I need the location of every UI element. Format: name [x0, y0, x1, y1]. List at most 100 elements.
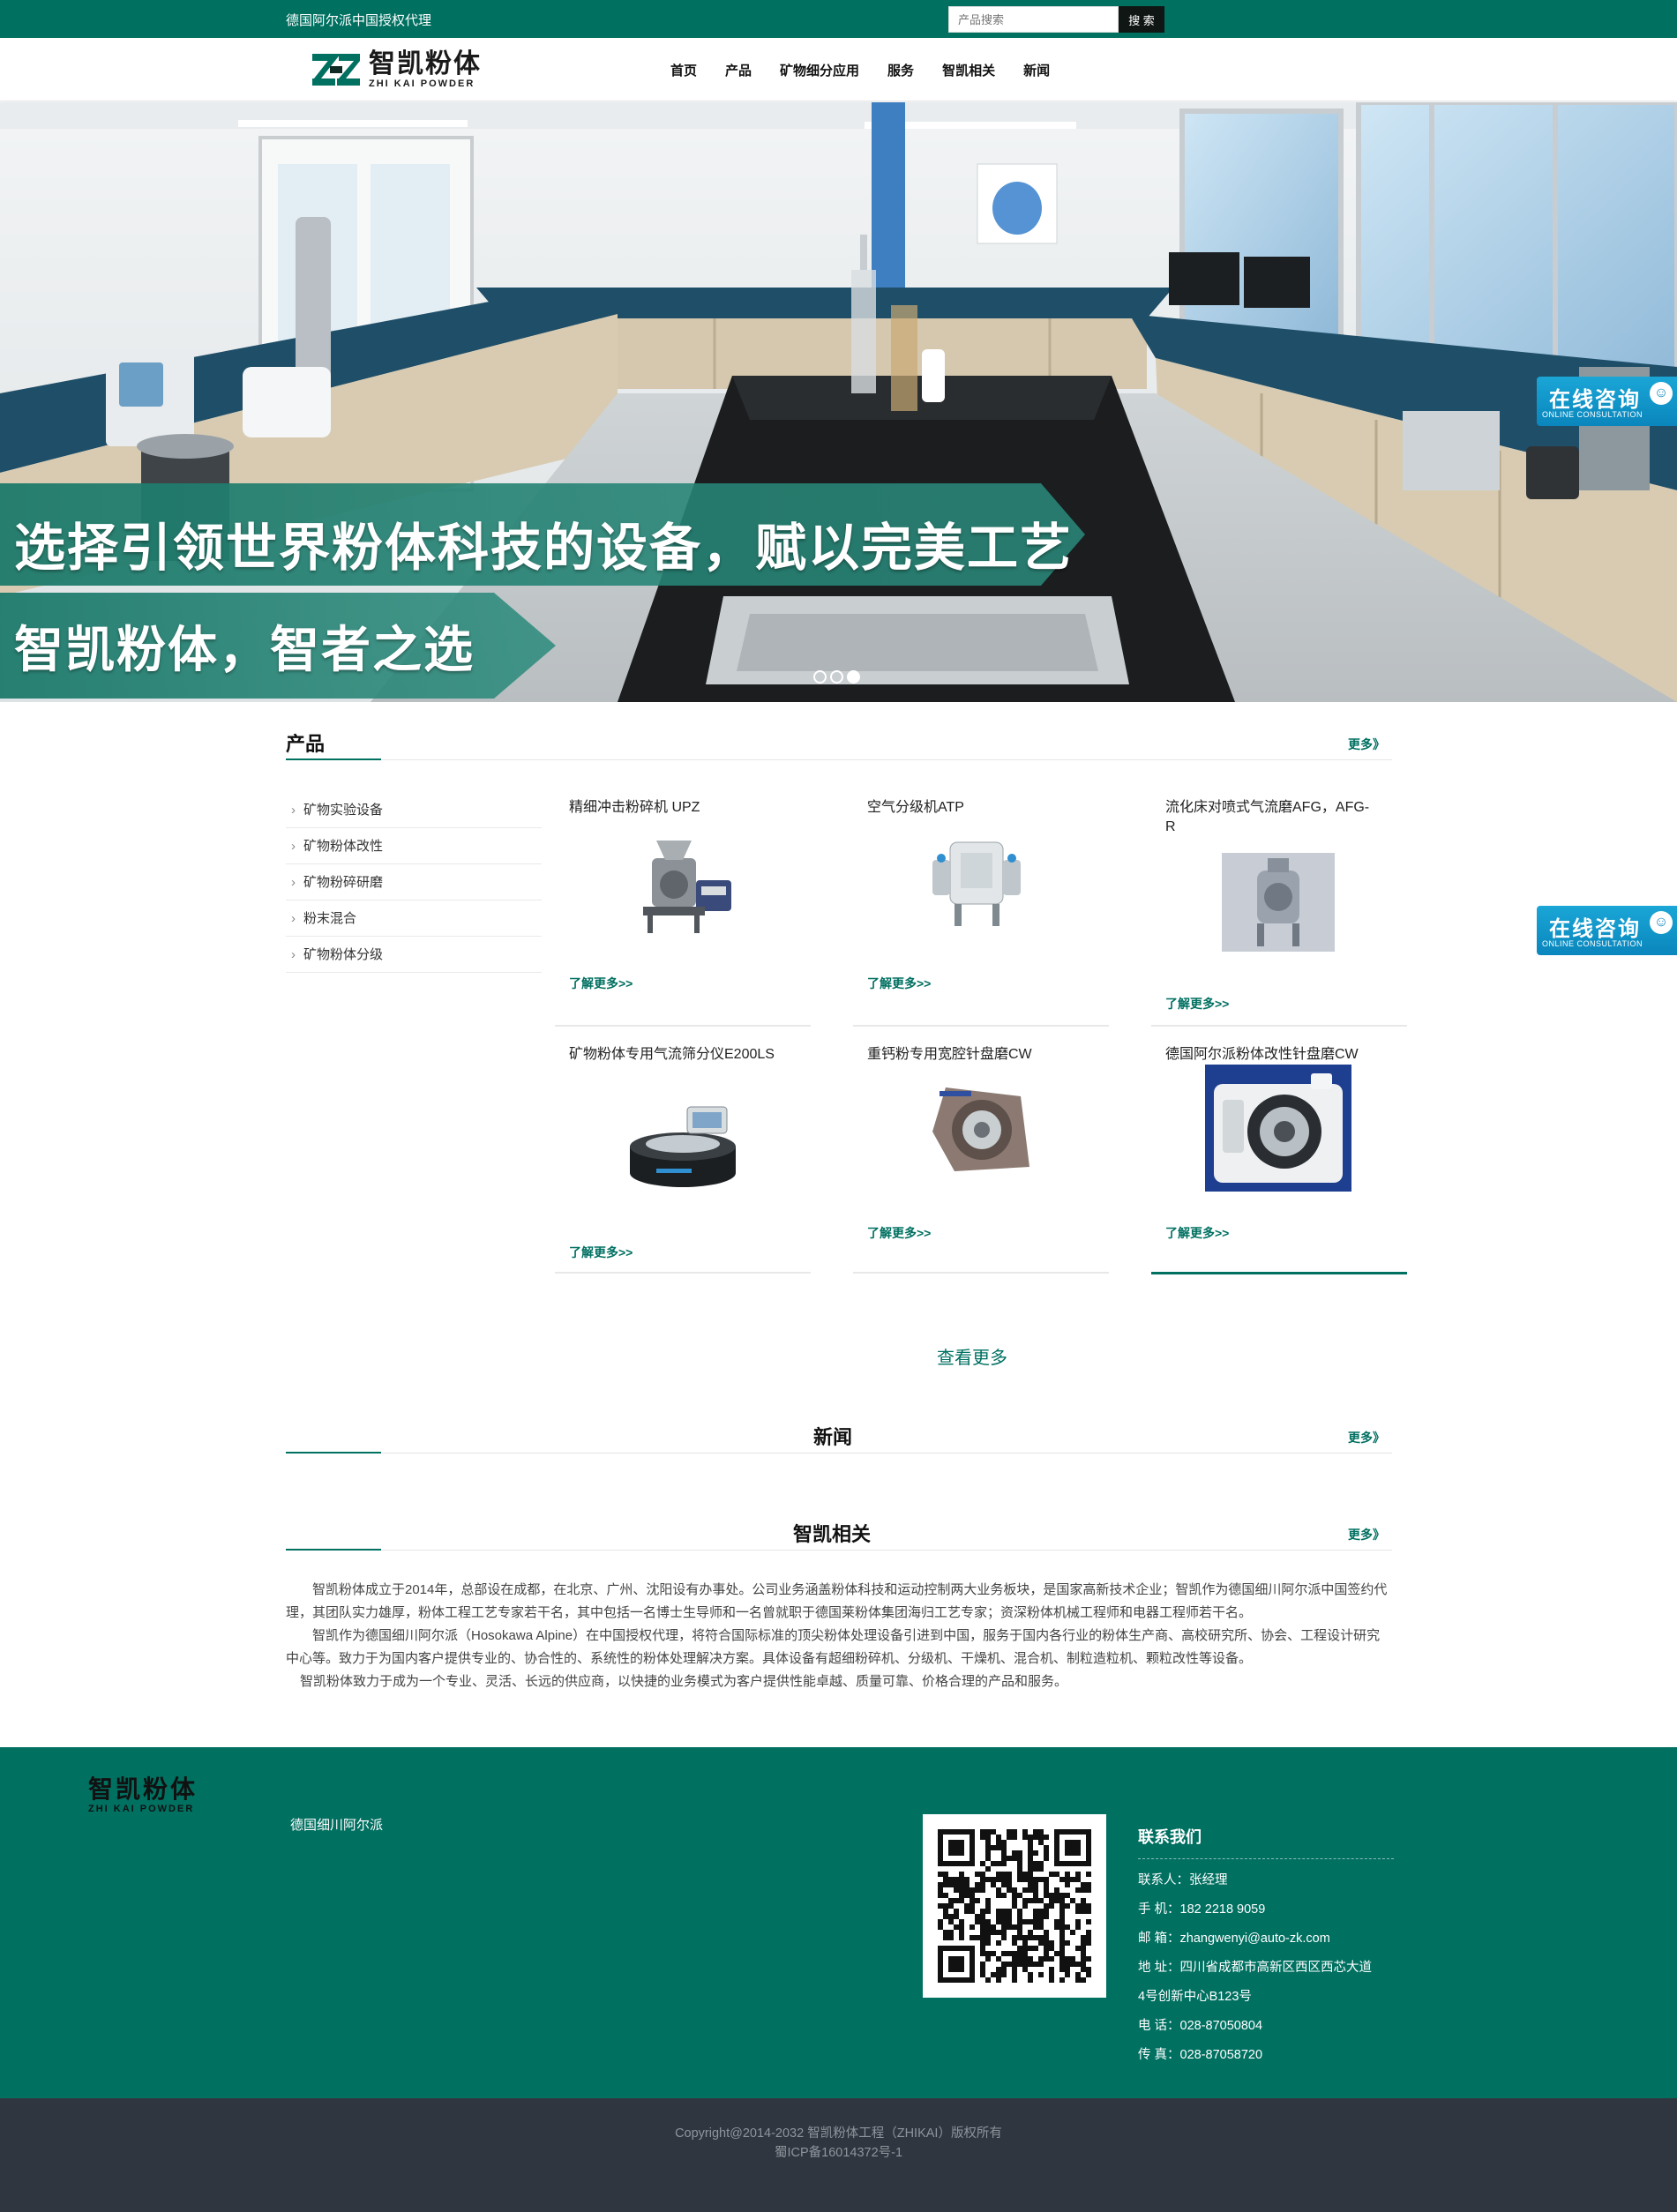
products-title: 产品	[286, 733, 326, 755]
contact-person: 联系人：张经理	[1138, 1873, 1228, 1887]
contact-address-2: 4号创新中心B123号	[1138, 1990, 1252, 2004]
contact-phone: 电 话：028-87050804	[1138, 2019, 1263, 2033]
site-logo[interactable]: 智凯粉体 ZHI KAI POWDER	[311, 49, 496, 91]
heading-underline	[286, 1452, 381, 1453]
contact-email: 邮 箱：zhangwenyi@auto-zk.com	[1138, 1932, 1330, 1946]
contact-block: 联系我们 联系人：张经理 手 机：182 2218 9059 邮 箱：zhang…	[1138, 1825, 1394, 2070]
product-more-link[interactable]: 了解更多>>	[867, 1224, 931, 1242]
product-card[interactable]: 精细冲击粉碎机 UPZ 了解更多>>	[555, 798, 811, 1028]
slider-dot-3[interactable]	[847, 670, 860, 684]
about-paragraph: 智凯粉体致力于成为一个专业、灵活、长远的供应商，以快捷的业务模式为客户提供性能卓…	[300, 1674, 1068, 1689]
online-consult-button[interactable]: 在线咨询 ONLINE CONSULTATION ☺	[1537, 377, 1677, 426]
product-image-cw-modification	[1205, 1065, 1351, 1192]
banner-slogan-2: 智凯粉体，智者之选	[14, 622, 475, 679]
about-more-link[interactable]: 更多》	[1348, 1526, 1385, 1543]
product-image-upz	[643, 841, 731, 933]
search-button[interactable]: 搜 索	[1119, 6, 1164, 33]
card-divider	[555, 1025, 811, 1027]
products-section-header: 产品 更多》	[286, 725, 1392, 760]
chat-icon: ☺	[1650, 382, 1673, 405]
category-item[interactable]: 矿物粉体分级	[286, 937, 542, 973]
about-text: 智凯粉体成立于2014年，总部设在成都，在北京、广州、沈阳设有办事处。公司业务涵…	[286, 1579, 1392, 1693]
copyright-text: Copyright@2014-2032 智凯粉体工程（ZHIKAI）版权所有	[675, 2126, 1002, 2141]
nav-home[interactable]: 首页	[670, 61, 697, 79]
logo-name-cn: 智凯粉体	[369, 49, 482, 79]
nav-about[interactable]: 智凯相关	[942, 61, 995, 79]
footer-logo[interactable]: 智凯粉体 ZHI KAI POWDER	[88, 1775, 198, 1815]
slider-dot-1[interactable]	[813, 670, 827, 684]
about-section-header: 智凯相关 更多》	[286, 1515, 1392, 1551]
product-more-link[interactable]: 了解更多>>	[569, 1244, 633, 1261]
news-more-link[interactable]: 更多》	[1348, 1429, 1385, 1446]
product-name: 德国阿尔派粉体改性针盘磨CW	[1165, 1047, 1359, 1062]
product-image-atp	[932, 841, 1021, 926]
consult-label-en: ONLINE CONSULTATION	[1542, 410, 1643, 419]
product-more-link[interactable]: 了解更多>>	[1165, 995, 1229, 1013]
news-title: 新闻	[813, 1426, 853, 1448]
heading-underline	[286, 1549, 381, 1551]
product-more-link[interactable]: 了解更多>>	[1165, 1224, 1229, 1242]
top-bar: 德国阿尔派中国授权代理 搜 索	[0, 0, 1677, 38]
category-item[interactable]: 矿物粉体改性	[286, 828, 542, 864]
product-name: 矿物粉体专用气流筛分仪E200LS	[569, 1047, 775, 1062]
product-more-link[interactable]: 了解更多>>	[867, 975, 931, 992]
main-nav: 首页 产品 矿物细分应用 服务 智凯相关 新闻	[670, 38, 1078, 101]
category-item[interactable]: 粉末混合	[286, 900, 542, 937]
category-item[interactable]: 矿物粉碎研磨	[286, 864, 542, 900]
site-footer: 智凯粉体 ZHI KAI POWDER 德国细川阿尔派 联系我们 联系人：张经理…	[0, 1747, 1677, 2098]
products-more-link[interactable]: 更多》	[1348, 736, 1385, 753]
contact-fax: 传 真：028-87058720	[1138, 2048, 1263, 2062]
product-name: 精细冲击粉碎机 UPZ	[569, 800, 700, 815]
consult-label-cn: 在线咨询	[1549, 387, 1641, 412]
contact-mobile: 手 机：182 2218 9059	[1138, 1902, 1266, 1917]
icp-record[interactable]: 蜀ICP备16014372号-1	[0, 2142, 1677, 2161]
consult-label-en: ONLINE CONSULTATION	[1542, 939, 1643, 948]
banner-slogan-1: 选择引领世界粉体科技的设备，赋以完美工艺	[14, 518, 1074, 578]
copyright-bar: Copyright@2014-2032 智凯粉体工程（ZHIKAI）版权所有 蜀…	[0, 2098, 1677, 2212]
card-divider-active	[1151, 1272, 1407, 1274]
slider-dots	[813, 670, 860, 684]
footer-logo-en: ZHI KAI POWDER	[88, 1804, 195, 1814]
about-paragraph: 智凯作为德国细川阿尔派（Hosokawa Alpine）在中国授权代理，将符合国…	[286, 1628, 1381, 1666]
product-name: 重钙粉专用宽腔针盘磨CW	[867, 1047, 1032, 1062]
product-card[interactable]: 空气分级机ATP 了解更多>>	[853, 798, 1109, 1028]
heading-underline	[286, 759, 381, 760]
category-item[interactable]: 矿物实验设备	[286, 792, 542, 828]
chat-icon: ☺	[1650, 911, 1673, 934]
consult-label-cn: 在线咨询	[1549, 916, 1641, 941]
product-card[interactable]: 德国阿尔派粉体改性针盘磨CW 了解更多>>	[1151, 1045, 1407, 1274]
online-consult-button-2[interactable]: 在线咨询 ONLINE CONSULTATION ☺	[1537, 906, 1677, 955]
product-category-list: 矿物实验设备 矿物粉体改性 矿物粉碎研磨 粉末混合 矿物粉体分级	[286, 792, 542, 973]
nav-services[interactable]: 服务	[887, 61, 914, 79]
product-card[interactable]: 矿物粉体专用气流筛分仪E200LS 了解更多>>	[555, 1045, 811, 1274]
product-name: 空气分级机ATP	[867, 800, 964, 815]
product-card[interactable]: 重钙粉专用宽腔针盘磨CW 了解更多>>	[853, 1045, 1109, 1274]
footer-partner-link[interactable]: 德国细川阿尔派	[290, 1815, 383, 1834]
logo-name-en: ZHI KAI POWDER	[369, 78, 475, 89]
search-box: 搜 索	[948, 6, 1164, 33]
hero-banner[interactable]: 选择引领世界粉体科技的设备，赋以完美工艺 智凯粉体，智者之选	[0, 102, 1677, 702]
product-image-e200ls	[630, 1106, 736, 1187]
product-more-link[interactable]: 了解更多>>	[569, 975, 633, 992]
nav-products[interactable]: 产品	[725, 61, 752, 79]
about-title: 智凯相关	[793, 1523, 872, 1545]
product-card[interactable]: 流化床对喷式气流磨AFG，AFG-R 了解更多>>	[1151, 798, 1407, 1028]
footer-logo-cn: 智凯粉体	[88, 1775, 198, 1804]
search-input[interactable]	[948, 6, 1119, 33]
contact-address: 地 址：四川省成都市高新区西区西芯大道	[1138, 1961, 1373, 1975]
card-divider	[853, 1025, 1109, 1027]
qr-code-icon	[923, 1814, 1106, 1998]
view-more-products-link[interactable]: 查看更多	[937, 1343, 1007, 1369]
nav-news[interactable]: 新闻	[1023, 61, 1050, 79]
product-image-afg	[1222, 853, 1335, 952]
card-divider	[1151, 1025, 1407, 1027]
nav-mineral-applications[interactable]: 矿物细分应用	[780, 61, 859, 79]
site-header: 智凯粉体 ZHI KAI POWDER 首页 产品 矿物细分应用 服务 智凯相关…	[0, 38, 1677, 101]
card-divider	[555, 1272, 811, 1274]
slider-dot-2[interactable]	[830, 670, 843, 684]
card-divider	[853, 1272, 1109, 1274]
product-name: 流化床对喷式气流磨AFG，AFG-R	[1165, 800, 1370, 834]
tagline: 德国阿尔派中国授权代理	[286, 13, 432, 28]
product-image-cw	[932, 1087, 1029, 1171]
about-paragraph: 智凯粉体成立于2014年，总部设在成都，在北京、广州、沈阳设有办事处。公司业务涵…	[286, 1582, 1388, 1620]
